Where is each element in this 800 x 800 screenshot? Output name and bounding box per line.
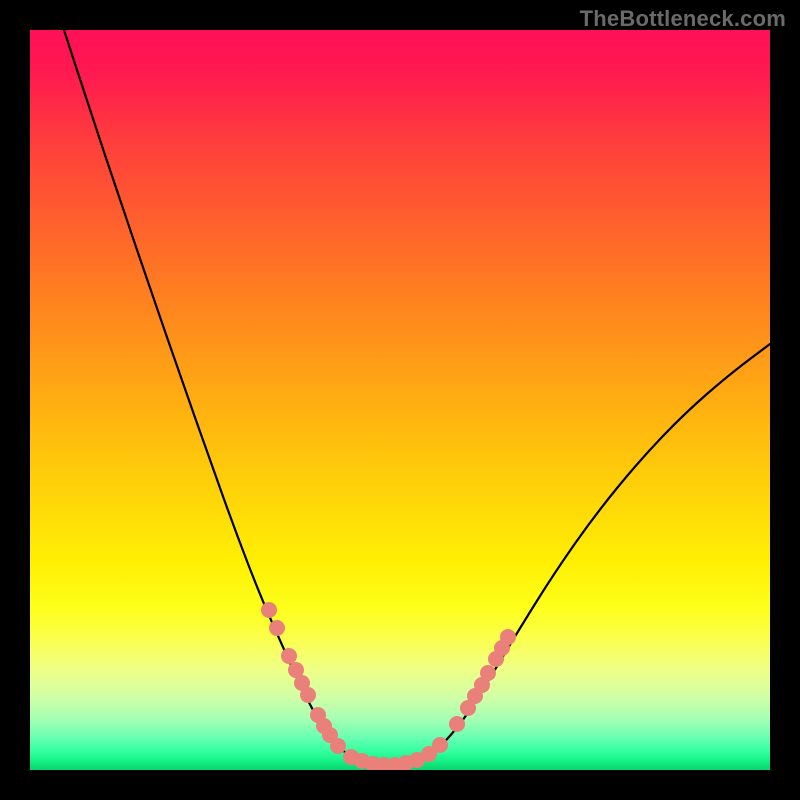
dot-marker bbox=[432, 737, 448, 753]
dot-marker bbox=[300, 687, 316, 703]
chart-frame: TheBottleneck.com bbox=[0, 0, 800, 800]
dot-cluster bbox=[261, 602, 516, 770]
watermark-label: TheBottleneck.com bbox=[580, 6, 786, 32]
dot-marker bbox=[480, 665, 496, 681]
dot-marker bbox=[281, 648, 297, 664]
curve-layer bbox=[30, 30, 770, 770]
dot-marker bbox=[500, 629, 516, 645]
dot-marker bbox=[261, 602, 277, 618]
plot-area bbox=[30, 30, 770, 770]
dot-marker bbox=[449, 716, 465, 732]
dot-marker bbox=[269, 620, 285, 636]
dot-marker bbox=[330, 738, 346, 754]
bottleneck-curve bbox=[64, 30, 770, 765]
